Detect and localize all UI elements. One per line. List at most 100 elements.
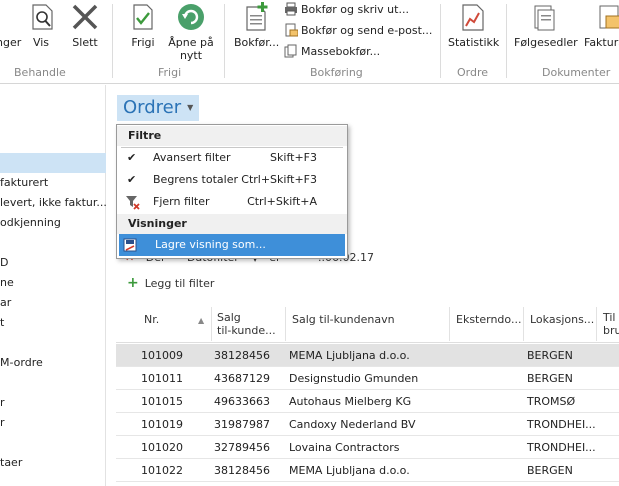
group-ordre: Ordre bbox=[457, 66, 489, 79]
table-row[interactable]: 101015 49633663 Autohaus Mielberg KG TRO… bbox=[116, 390, 619, 413]
column-header-salg-til-kundenavn[interactable]: Salg til-kundenavn bbox=[292, 313, 395, 326]
menu-item-fjern-filter[interactable]: Fjern filter Ctrl+Skift+A bbox=[117, 191, 347, 213]
nav-item[interactable]: odkjenning bbox=[0, 213, 106, 233]
cell-lokasjon: TROMSØ bbox=[527, 395, 576, 408]
menu-item-label: Lagre visning som... bbox=[155, 238, 266, 251]
header-line: Salg bbox=[217, 311, 241, 324]
cell-nr: 101015 bbox=[141, 395, 183, 408]
cell-kunde: 38128456 bbox=[214, 464, 270, 477]
email-icon bbox=[284, 23, 299, 37]
apne-pa-nytt-button[interactable]: Åpne på nytt bbox=[166, 2, 216, 62]
apne-label-1: Åpne på bbox=[168, 36, 214, 49]
group-frigi: Frigi bbox=[158, 66, 182, 79]
cell-nr: 101011 bbox=[141, 372, 183, 385]
nav-item[interactable]: taer bbox=[0, 453, 106, 473]
group-dokumenter: Dokumenter bbox=[542, 66, 611, 79]
table-row[interactable]: 101011 43687129 Designstudio Gmunden BER… bbox=[116, 367, 619, 390]
nav-item[interactable]: r bbox=[0, 413, 106, 433]
menu-item-avansert-filter[interactable]: ✔ Avansert filter Skift+F3 bbox=[117, 147, 347, 169]
nav-item[interactable]: D bbox=[0, 253, 106, 273]
header-line: bru bbox=[603, 324, 619, 337]
column-header-tilbruker[interactable]: Til bru bbox=[603, 311, 619, 337]
nav-item[interactable]: r bbox=[0, 393, 106, 413]
menu-item-shortcut: Ctrl+Skift+F3 bbox=[241, 173, 317, 186]
vis-button[interactable]: Vis bbox=[28, 2, 54, 49]
cell-lokasjon: TRONDHEI... bbox=[527, 418, 596, 431]
cell-lokasjon: TRONDHEI... bbox=[527, 441, 596, 454]
check-icon: ✔ bbox=[127, 151, 137, 164]
sort-ascending-icon[interactable]: ▲ bbox=[198, 314, 204, 327]
ny-label: nger bbox=[0, 36, 22, 49]
nav-item[interactable]: t bbox=[0, 313, 106, 333]
cell-navn: MEMA Ljubljana d.o.o. bbox=[289, 349, 410, 362]
bokfor-button[interactable]: Bokfør... bbox=[234, 2, 279, 49]
menu-item-shortcut: Ctrl+Skift+A bbox=[247, 195, 317, 208]
cell-navn: Lovaina Contractors bbox=[289, 441, 400, 454]
batch-post-icon bbox=[284, 44, 298, 58]
cell-lokasjon: BERGEN bbox=[527, 372, 573, 385]
menu-item-label: Fjern filter bbox=[153, 195, 210, 208]
cell-nr: 101019 bbox=[141, 418, 183, 431]
nav-item[interactable]: M-ordre bbox=[0, 353, 106, 373]
bokfor-skriv-button[interactable]: Bokfør og skriv ut... bbox=[284, 0, 409, 18]
bokfor-send-button[interactable]: Bokfør og send e-post... bbox=[284, 21, 432, 39]
add-filter-button[interactable]: + Legg til filter bbox=[127, 275, 214, 291]
massebokfor-button[interactable]: Massebokfør... bbox=[284, 42, 380, 60]
column-header-eksterndokument[interactable]: Eksterndo... bbox=[456, 313, 521, 326]
table-row[interactable]: 101020 32789456 Lovaina Contractors TRON… bbox=[116, 436, 619, 459]
cell-navn: Designstudio Gmunden bbox=[289, 372, 419, 385]
cell-nr: 101022 bbox=[141, 464, 183, 477]
nav-item[interactable] bbox=[0, 153, 106, 173]
nav-item[interactable]: ne bbox=[0, 273, 106, 293]
cell-nr: 101009 bbox=[141, 349, 183, 362]
menu-item-lagre-visning[interactable]: Lagre visning som... bbox=[119, 234, 345, 256]
column-separator bbox=[523, 307, 524, 341]
new-icon bbox=[0, 2, 26, 32]
column-header-nr[interactable]: Nr. bbox=[144, 313, 159, 326]
cell-nr: 101020 bbox=[141, 441, 183, 454]
fakturaer-button[interactable]: Fakturaer bbox=[584, 2, 619, 49]
folgesedler-label: Følgesedler bbox=[514, 36, 578, 49]
group-separator bbox=[506, 4, 507, 78]
left-navigation: fakturert levert, ikke faktur... odkjenn… bbox=[0, 85, 106, 486]
column-header-salg-til-kunde[interactable]: Salg til-kunde... bbox=[217, 311, 276, 337]
folgesedler-button[interactable]: Følgesedler bbox=[514, 2, 578, 49]
group-separator bbox=[224, 4, 225, 78]
page-title-button[interactable]: Ordrer ▼ bbox=[117, 95, 200, 121]
delete-icon bbox=[70, 2, 100, 32]
table-row[interactable]: 101022 38128456 MEMA Ljubljana d.o.o. BE… bbox=[116, 459, 619, 482]
fakturaer-label: Fakturaer bbox=[584, 36, 619, 49]
page-title: Ordrer bbox=[123, 97, 182, 118]
cell-kunde: 49633663 bbox=[214, 395, 270, 408]
column-header-lokasjonskode[interactable]: Lokasjons... bbox=[530, 313, 594, 326]
menu-item-label: Avansert filter bbox=[153, 151, 231, 164]
cell-lokasjon: BERGEN bbox=[527, 349, 573, 362]
check-icon: ✔ bbox=[127, 173, 137, 186]
apne-label-2: nytt bbox=[179, 49, 203, 62]
slett-button[interactable]: Slett bbox=[68, 2, 102, 49]
cell-kunde: 32789456 bbox=[214, 441, 270, 454]
invoice-icon bbox=[594, 2, 619, 32]
plus-icon: + bbox=[127, 275, 139, 291]
reopen-icon bbox=[176, 2, 206, 32]
header-line: Til bbox=[603, 311, 616, 324]
cell-kunde: 38128456 bbox=[214, 349, 270, 362]
column-separator bbox=[596, 307, 597, 341]
nav-item[interactable]: levert, ikke faktur... bbox=[0, 193, 106, 213]
statistikk-button[interactable]: Statistikk bbox=[448, 2, 500, 49]
nav-item[interactable]: ar bbox=[0, 293, 106, 313]
cell-navn: Candoxy Nederland BV bbox=[289, 418, 416, 431]
group-separator bbox=[440, 4, 441, 78]
menu-item-begrens-totaler[interactable]: ✔ Begrens totaler Ctrl+Skift+F3 bbox=[117, 169, 347, 191]
frigi-button[interactable]: Frigi bbox=[128, 2, 158, 49]
ny-button[interactable]: nger bbox=[0, 2, 22, 49]
group-behandle: Behandle bbox=[14, 66, 66, 79]
table-row[interactable]: 101019 31987987 Candoxy Nederland BV TRO… bbox=[116, 413, 619, 436]
statistikk-label: Statistikk bbox=[448, 36, 500, 49]
table-row[interactable]: 101009 38128456 MEMA Ljubljana d.o.o. BE… bbox=[116, 344, 619, 367]
ribbon: nger Vis Slett Behandle Frigi Åpne på ny… bbox=[0, 0, 619, 84]
nav-item[interactable]: fakturert bbox=[0, 173, 106, 193]
printer-icon bbox=[284, 2, 298, 16]
cell-kunde: 43687129 bbox=[214, 372, 270, 385]
frigi-label: Frigi bbox=[131, 36, 155, 49]
